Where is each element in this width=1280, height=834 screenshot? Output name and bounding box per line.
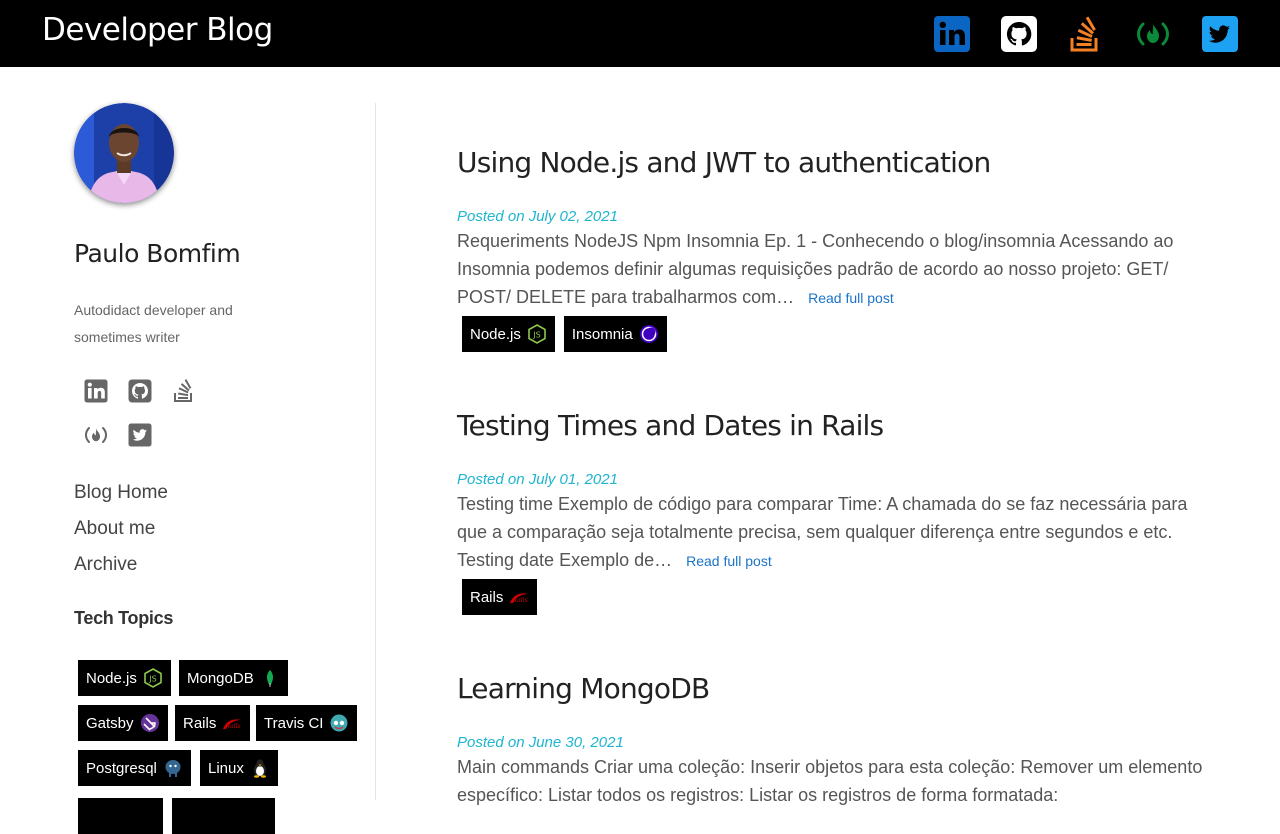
linkedin-icon[interactable] — [84, 379, 108, 403]
topic-tag-label: Rails — [183, 714, 217, 732]
post-date: Posted on July 02, 2021 — [457, 208, 618, 225]
topic-tag-partial[interactable] — [78, 798, 163, 834]
nav-archive[interactable]: Archive — [74, 553, 168, 589]
topic-tag-travis-ci[interactable]: Travis CI — [256, 705, 358, 741]
topic-tag-mongodb[interactable]: MongoDB — [179, 660, 288, 696]
linkedin-icon[interactable] — [934, 16, 970, 52]
post-title-link[interactable]: Learning MongoDB — [457, 672, 1217, 705]
post-tag-label: Node.js — [470, 325, 521, 343]
topic-tag-partial[interactable] — [172, 798, 275, 834]
read-full-post-link[interactable]: Read full post — [686, 553, 772, 569]
nav-about-me[interactable]: About me — [74, 517, 168, 553]
sidebar: Paulo Bomfim Autodidact developer and so… — [74, 103, 374, 834]
twitter-icon[interactable] — [1202, 16, 1238, 52]
post-title-link[interactable]: Testing Times and Dates in Rails — [457, 409, 1217, 442]
post-excerpt-text: Testing time Exemplo de código para comp… — [457, 494, 1188, 570]
travis-ci-icon — [330, 714, 348, 732]
topic-tag-label: MongoDB — [187, 669, 254, 687]
topic-tag-gatsby[interactable]: Gatsby — [78, 705, 168, 741]
author-name: Paulo Bomfim — [74, 239, 241, 268]
svg-text:JS: JS — [532, 331, 540, 340]
topic-tag-nodejs[interactable]: Node.js JS — [78, 660, 171, 696]
post-excerpt: Testing time Exemplo de código para comp… — [457, 490, 1217, 575]
nav-blog-home[interactable]: Blog Home — [74, 481, 168, 517]
post-tags: Rails Rails — [462, 579, 538, 615]
nodejs-icon: JS — [528, 324, 546, 344]
post-date: Posted on July 01, 2021 — [457, 471, 618, 488]
svg-text:Rails: Rails — [225, 723, 241, 730]
postgresql-icon — [165, 760, 181, 777]
github-icon[interactable] — [128, 379, 152, 403]
sidebar-nav: Blog Home About me Archive — [74, 481, 168, 589]
linux-icon — [253, 759, 266, 778]
topic-tag-linux[interactable]: Linux — [200, 750, 278, 786]
nodejs-icon: JS — [144, 668, 162, 688]
top-navbar: Developer Blog — [0, 0, 1280, 67]
gatsby-icon — [140, 714, 159, 732]
mongodb-icon — [266, 670, 273, 687]
post-tag-rails[interactable]: Rails Rails — [462, 579, 538, 615]
topic-tag-postgresql[interactable]: Postgresql — [78, 750, 191, 786]
topic-tag-label: Gatsby — [86, 714, 134, 732]
post-tags: Node.js JS Insomnia — [462, 316, 667, 352]
post-item: Testing Times and Dates in Rails Posted … — [457, 409, 1217, 615]
stackoverflow-icon[interactable] — [172, 379, 196, 403]
profile-avatar — [74, 103, 174, 203]
post-item: Using Node.js and JWT to authentication … — [457, 146, 1217, 352]
topic-tag-label: Linux — [208, 759, 244, 777]
post-tag-nodejs[interactable]: Node.js JS — [462, 316, 555, 352]
rails-icon: Rails — [510, 593, 529, 604]
read-full-post-link[interactable]: Read full post — [808, 290, 894, 306]
svg-text:JS: JS — [148, 675, 156, 684]
tech-topics-heading: Tech Topics — [74, 608, 174, 628]
site-brand-link[interactable]: Developer Blog — [42, 12, 273, 48]
post-tag-label: Insomnia — [571, 325, 633, 343]
topic-tag-rails[interactable]: Rails Rails — [175, 705, 251, 741]
topic-tag-label: Travis CI — [264, 714, 324, 732]
post-excerpt-text: Main commands Criar uma coleção: Inserir… — [457, 757, 1203, 805]
freecodecamp-icon[interactable] — [84, 423, 108, 447]
freecodecamp-icon[interactable] — [1135, 16, 1171, 52]
post-excerpt: Main commands Criar uma coleção: Inserir… — [457, 753, 1217, 809]
rails-icon: Rails — [223, 719, 242, 730]
author-bio: Autodidact developer and sometimes write… — [74, 302, 233, 345]
post-tag-label: Rails — [470, 588, 504, 606]
post-tag-insomnia[interactable]: Insomnia — [563, 316, 667, 352]
topic-tag-label: Node.js — [86, 669, 137, 687]
post-excerpt: Requeriments NodeJS Npm Insomnia Ep. 1 -… — [457, 227, 1217, 312]
header-social-links — [934, 16, 1238, 52]
post-title-link[interactable]: Using Node.js and JWT to authentication — [457, 146, 1217, 179]
insomnia-icon — [639, 325, 658, 343]
post-item: Learning MongoDB Posted on June 30, 2021… — [457, 672, 1217, 805]
post-date: Posted on June 30, 2021 — [457, 734, 624, 751]
svg-text:Rails: Rails — [512, 597, 528, 604]
sidebar-divider — [375, 103, 376, 800]
stackoverflow-icon[interactable] — [1068, 16, 1104, 52]
topic-tag-label: Postgresql — [86, 759, 157, 777]
github-icon[interactable] — [1001, 16, 1037, 52]
twitter-icon[interactable] — [128, 423, 152, 447]
